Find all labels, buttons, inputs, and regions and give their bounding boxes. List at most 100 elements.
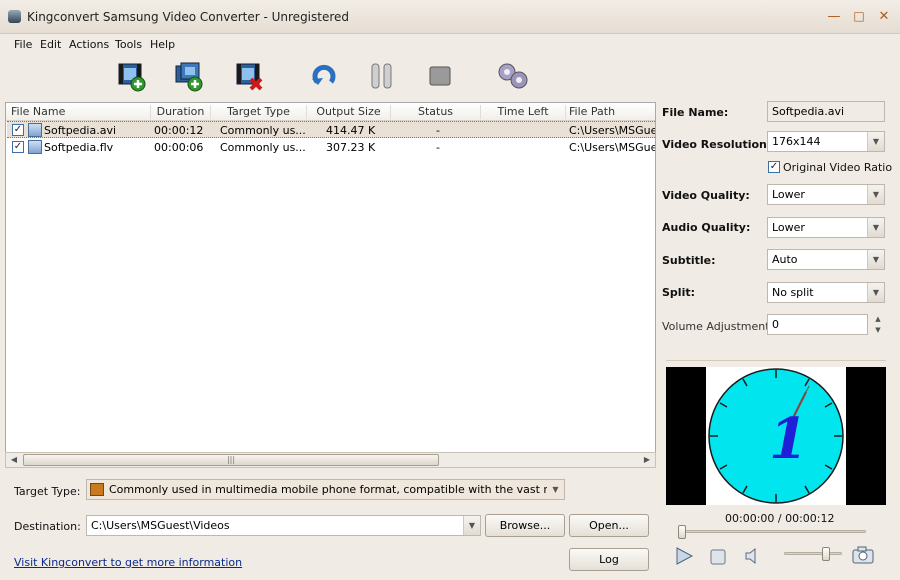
table-row[interactable]: ✓ Softpedia.avi 00:00:12 Commonly us... … <box>7 121 655 138</box>
row-output-size: 307.23 K <box>326 141 376 154</box>
row-duration: 00:00:12 <box>154 124 204 137</box>
video-resolution-label: Video Resolution: <box>662 138 772 151</box>
video-quality-select[interactable]: Lower ▼ <box>767 184 885 205</box>
chevron-down-icon[interactable]: ▼ <box>867 283 884 302</box>
file-name-label: File Name: <box>662 106 729 119</box>
scroll-right-icon[interactable]: ▶ <box>641 454 653 466</box>
menu-help[interactable]: Help <box>150 38 175 51</box>
playback-time: 00:00:00 / 00:00:12 <box>725 512 835 525</box>
video-quality-value: Lower <box>772 188 805 201</box>
toolbar <box>0 56 900 100</box>
menu-tools[interactable]: Tools <box>115 38 142 51</box>
stop-icon[interactable] <box>424 60 456 92</box>
video-preview: 1 <box>666 367 886 505</box>
column-duration[interactable]: Duration <box>151 105 211 119</box>
menu-file[interactable]: File <box>14 38 32 51</box>
volume-adjustment-input[interactable]: 0 <box>767 314 868 335</box>
column-target-type[interactable]: Target Type <box>211 105 307 119</box>
scrollbar-thumb[interactable]: ||| <box>23 454 439 466</box>
row-target-type: Commonly us... <box>220 141 306 154</box>
visit-kingconvert-link[interactable]: Visit Kingconvert to get more informatio… <box>14 556 242 569</box>
menu-edit[interactable]: Edit <box>40 38 61 51</box>
target-type-label: Target Type: <box>14 485 81 498</box>
destination-input[interactable]: C:\Users\MSGuest\Videos ▼ <box>86 515 481 536</box>
destination-label: Destination: <box>14 520 81 533</box>
menu-bar: File Edit Actions Tools Help <box>0 34 900 56</box>
row-duration: 00:00:06 <box>154 141 204 154</box>
snapshot-camera-icon[interactable] <box>852 546 874 567</box>
stop-playback-icon[interactable] <box>710 549 726 568</box>
column-status[interactable]: Status <box>391 105 481 119</box>
row-file-name: Softpedia.flv <box>44 141 114 154</box>
split-select[interactable]: No split ▼ <box>767 282 885 303</box>
convert-icon[interactable] <box>308 60 340 92</box>
volume-slider[interactable] <box>784 552 842 555</box>
target-type-select[interactable]: Commonly used in multimedia mobile phone… <box>86 479 565 500</box>
original-ratio-label: Original Video Ratio <box>783 161 893 174</box>
window-title: Kingconvert Samsung Video Converter - Un… <box>27 10 350 24</box>
remove-icon[interactable] <box>234 60 266 92</box>
file-name-field: Softpedia.avi <box>767 101 885 122</box>
chevron-down-icon[interactable]: ▼ <box>867 218 884 237</box>
table-row[interactable]: ✓ Softpedia.flv 00:00:06 Commonly us... … <box>7 139 655 156</box>
target-type-value: Commonly used in multimedia mobile phone… <box>109 483 564 496</box>
scroll-left-icon[interactable]: ◀ <box>8 454 20 466</box>
list-header: File Name Duration Target Type Output Si… <box>6 103 655 121</box>
column-file-path[interactable]: File Path <box>566 105 655 119</box>
title-bar[interactable]: Kingconvert Samsung Video Converter - Un… <box>0 0 900 34</box>
app-icon <box>8 10 21 23</box>
file-list[interactable]: File Name Duration Target Type Output Si… <box>5 102 656 468</box>
column-output-size[interactable]: Output Size <box>307 105 391 119</box>
pause-icon[interactable] <box>366 60 398 92</box>
open-button[interactable]: Open... <box>569 514 649 537</box>
chevron-down-icon[interactable]: ▼ <box>547 480 564 499</box>
row-file-path: C:\Users\MSGuest <box>569 124 655 137</box>
row-file-path: C:\Users\MSGuest <box>569 141 655 154</box>
chevron-down-icon[interactable]: ▼ <box>867 250 884 269</box>
horizontal-scrollbar[interactable]: ◀ ||| ▶ <box>5 452 656 468</box>
video-resolution-value: 176x144 <box>772 135 821 148</box>
row-status: - <box>436 141 440 154</box>
spin-down-icon[interactable]: ▼ <box>870 325 886 336</box>
settings-icon[interactable] <box>496 60 528 92</box>
log-button[interactable]: Log <box>569 548 649 571</box>
frame-digit: 1 <box>769 406 808 472</box>
column-time-left[interactable]: Time Left <box>481 105 566 119</box>
film-icon <box>90 483 104 496</box>
play-icon[interactable] <box>674 546 694 569</box>
chevron-down-icon[interactable]: ▼ <box>867 185 884 204</box>
add-folder-icon[interactable] <box>174 60 206 92</box>
seek-slider[interactable] <box>678 530 866 533</box>
audio-quality-label: Audio Quality: <box>662 221 751 234</box>
volume-adjustment-label: Volume Adjustment: <box>662 320 774 333</box>
video-file-icon <box>28 123 42 137</box>
speaker-icon[interactable] <box>744 547 760 568</box>
row-checkbox[interactable]: ✓ <box>12 124 24 136</box>
row-output-size: 414.47 K <box>326 124 376 137</box>
audio-quality-select[interactable]: Lower ▼ <box>767 217 885 238</box>
add-video-icon[interactable] <box>116 60 148 92</box>
minimize-icon[interactable]: — <box>824 8 844 26</box>
video-quality-label: Video Quality: <box>662 189 750 202</box>
destination-value: C:\Users\MSGuest\Videos <box>91 519 230 532</box>
subtitle-select[interactable]: Auto ▼ <box>767 249 885 270</box>
volume-slider-thumb[interactable] <box>821 547 830 561</box>
row-checkbox[interactable]: ✓ <box>12 141 24 153</box>
spin-up-icon[interactable]: ▲ <box>870 314 886 325</box>
close-icon[interactable]: ✕ <box>874 8 894 26</box>
chevron-down-icon[interactable]: ▼ <box>867 132 884 151</box>
chevron-down-icon[interactable]: ▼ <box>463 516 480 535</box>
split-label: Split: <box>662 286 695 299</box>
video-frame: 1 <box>706 367 846 505</box>
row-target-type: Commonly us... <box>220 124 306 137</box>
menu-actions[interactable]: Actions <box>69 38 109 51</box>
browse-button[interactable]: Browse... <box>485 514 565 537</box>
row-status: - <box>436 124 440 137</box>
video-file-icon <box>28 140 42 154</box>
divider <box>666 360 886 361</box>
column-file-name[interactable]: File Name <box>6 105 151 119</box>
video-resolution-select[interactable]: 176x144 ▼ <box>767 131 885 152</box>
seek-slider-thumb[interactable] <box>678 525 686 539</box>
original-ratio-checkbox[interactable]: ✓ <box>768 161 780 173</box>
maximize-icon[interactable]: □ <box>849 8 869 26</box>
